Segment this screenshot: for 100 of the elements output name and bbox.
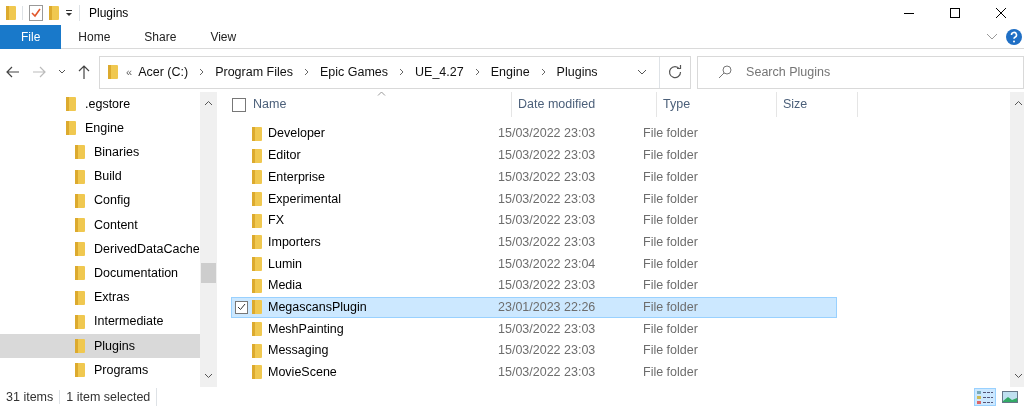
select-all-checkbox[interactable]: [232, 97, 246, 112]
file-row[interactable]: Messaging 15/03/2022 23:03 File folder: [231, 339, 837, 362]
file-row[interactable]: Media 15/03/2022 23:03 File folder: [231, 274, 837, 297]
file-name: Developer: [268, 125, 326, 143]
date-modified: 15/03/2022 23:03: [498, 320, 597, 338]
checkmark-icon: [237, 303, 246, 312]
nav-item[interactable]: .egstore: [0, 92, 200, 117]
column-header[interactable]: Size: [777, 92, 858, 117]
column-header[interactable]: Name: [250, 92, 512, 117]
file-row[interactable]: Lumin 15/03/2022 23:04 File folder: [231, 253, 837, 275]
file-row[interactable]: Developer 15/03/2022 23:03 File folder: [231, 123, 837, 145]
search-box[interactable]: Search Plugins: [697, 55, 1024, 89]
nav-item[interactable]: DerivedDataCache: [0, 237, 200, 262]
details-list-icon: [977, 390, 993, 404]
refresh-icon: [668, 65, 683, 79]
nav-item[interactable]: Config: [0, 188, 200, 213]
row-checkbox[interactable]: [235, 300, 248, 314]
breadcrumb-item[interactable]: Epic Games: [319, 62, 388, 82]
address-bar[interactable]: « Acer (C:) Program Files Epic Games UE_4.27 Engine Plugins: [99, 55, 692, 89]
overflow-chevrons[interactable]: «: [126, 63, 133, 81]
dropdown-arrow-icon[interactable]: [65, 8, 73, 17]
ribbon-tab[interactable]: View: [193, 24, 254, 49]
file-row[interactable]: Experimental 15/03/2022 23:03 File folder: [231, 188, 837, 210]
folder-icon: [75, 144, 85, 161]
date-modified: 15/03/2022 23:03: [498, 212, 597, 230]
folder-icon: [252, 125, 262, 142]
folder-icon: [75, 313, 85, 330]
ribbon-tab[interactable]: Home: [61, 24, 128, 49]
file-row[interactable]: MeshPainting 15/03/2022 23:03 File folder: [231, 318, 837, 340]
file-name: Editor: [268, 147, 302, 165]
scroll-up-icon: [1014, 100, 1023, 106]
date-modified: 15/03/2022 23:03: [498, 190, 597, 208]
nav-item[interactable]: Content: [0, 212, 200, 238]
folder-icon: [252, 169, 262, 186]
folder-icon: [75, 192, 85, 209]
up-arrow-icon[interactable]: [78, 65, 90, 79]
breadcrumb-item[interactable]: Acer (C:): [138, 62, 189, 82]
folder-icon: [252, 299, 262, 316]
folder-icon: [6, 4, 16, 21]
scroll-thumb[interactable]: [201, 263, 216, 283]
file-type: File folder: [643, 125, 698, 143]
nav-item[interactable]: Build: [0, 164, 200, 189]
file-menu-tab[interactable]: File: [0, 24, 62, 49]
folder-icon: [252, 277, 262, 294]
date-modified: 15/03/2022 23:03: [498, 364, 597, 382]
chevron-right-icon: [474, 68, 480, 76]
chevron-right-icon: [540, 68, 546, 76]
selection-count: 1 item selected: [60, 387, 158, 407]
file-name: Media: [268, 277, 304, 295]
nav-item[interactable]: Engine: [0, 116, 200, 141]
file-row[interactable]: Importers 15/03/2022 23:03 File folder: [231, 231, 837, 254]
file-type: File folder: [643, 364, 698, 382]
date-modified: 15/03/2022 23:03: [498, 168, 597, 186]
file-row[interactable]: MovieScene 15/03/2022 23:03 File folder: [231, 361, 837, 384]
folder-icon: [66, 120, 76, 137]
date-modified: 23/01/2023 22:26: [498, 298, 597, 316]
search-field[interactable]: Search Plugins: [744, 56, 1023, 88]
breadcrumb-item[interactable]: Engine: [490, 62, 530, 82]
file-row[interactable]: Editor 15/03/2022 23:03 File folder: [231, 144, 837, 167]
back-arrow-icon[interactable]: [6, 66, 20, 78]
scroll-up-icon: [204, 100, 213, 106]
close-icon: [996, 7, 1006, 18]
details-view-button[interactable]: [974, 388, 996, 406]
breadcrumb-item[interactable]: Program Files: [215, 62, 293, 82]
nav-item[interactable]: Binaries: [0, 140, 200, 165]
folder-icon: [252, 255, 262, 272]
breadcrumb-item[interactable]: UE_4.27: [415, 62, 464, 82]
file-name: Lumin: [268, 255, 304, 273]
folder-icon: [49, 4, 59, 21]
file-row[interactable]: MegascansPlugin 23/01/2023 22:26 File folder: [231, 296, 837, 319]
folder-icon: [75, 241, 85, 258]
nav-item[interactable]: Plugins: [0, 333, 200, 359]
checklist-icon[interactable]: [29, 4, 43, 21]
date-modified: 15/03/2022 23:03: [498, 233, 597, 251]
folder-icon: [252, 190, 262, 207]
nav-item[interactable]: Intermediate: [0, 309, 200, 334]
column-header[interactable]: Type: [657, 92, 777, 117]
search-icon: [718, 65, 733, 79]
file-row[interactable]: Enterprise 15/03/2022 23:03 File folder: [231, 166, 837, 189]
chevron-down-icon[interactable]: [637, 69, 648, 75]
window-title: Plugins: [89, 4, 129, 22]
scrollbar[interactable]: [200, 92, 217, 387]
file-row[interactable]: FX 15/03/2022 23:03 File folder: [231, 209, 837, 232]
scrollbar[interactable]: [1010, 92, 1024, 387]
file-type: File folder: [643, 212, 698, 230]
date-modified: 15/03/2022 23:04: [498, 255, 597, 273]
chevron-right-icon: [199, 68, 205, 76]
ribbon-tab[interactable]: Share: [127, 24, 194, 49]
nav-item[interactable]: Programs: [0, 358, 200, 383]
chevron-down-icon[interactable]: [58, 69, 66, 75]
nav-item[interactable]: Extras: [0, 285, 200, 310]
nav-item[interactable]: Documentation: [0, 261, 200, 286]
maximize-icon: [950, 7, 960, 18]
file-name: Importers: [268, 233, 322, 251]
breadcrumb-item[interactable]: Plugins: [556, 62, 598, 82]
file-type: File folder: [643, 255, 698, 273]
help-icon[interactable]: [1006, 28, 1022, 45]
file-type: File folder: [643, 233, 698, 251]
column-header[interactable]: Date modified: [512, 92, 657, 117]
large-icons-view-button[interactable]: [999, 388, 1021, 406]
